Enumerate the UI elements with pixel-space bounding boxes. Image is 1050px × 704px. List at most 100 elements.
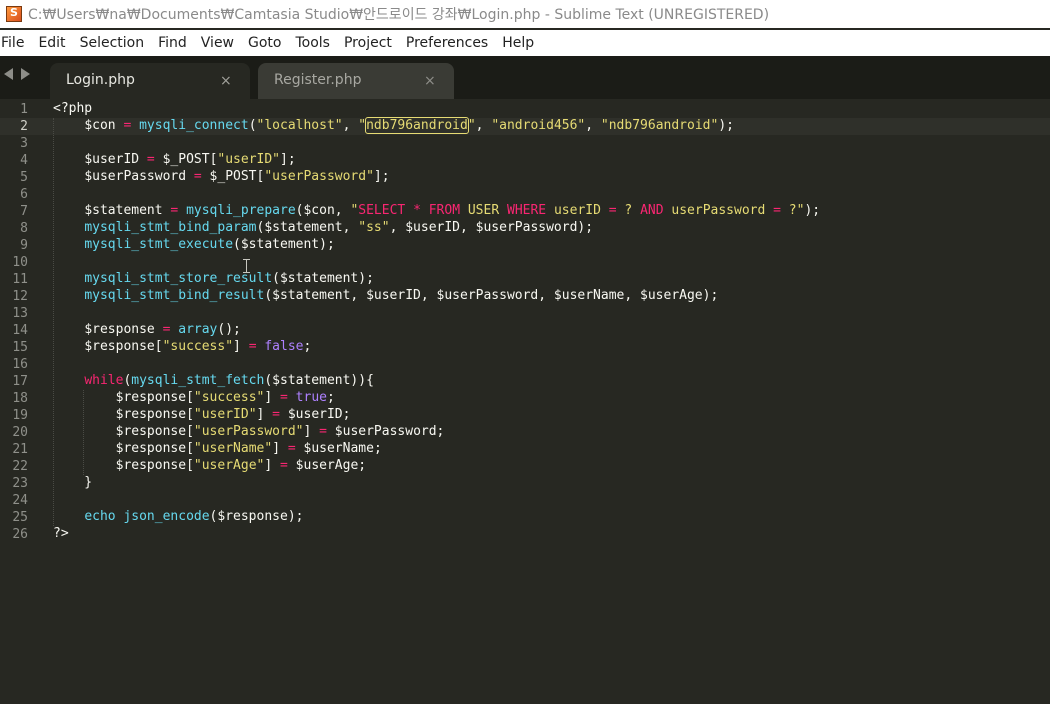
code-token: , <box>475 118 492 133</box>
window-titlebar: C:₩Users₩na₩Documents₩Camtasia Studio₩안드… <box>0 0 1050 28</box>
menu-project[interactable]: Project <box>337 35 399 51</box>
menu-edit[interactable]: Edit <box>31 35 72 51</box>
ibeam-cursor-icon <box>243 259 250 273</box>
code-token: = <box>280 441 304 456</box>
code-token: $response <box>115 458 187 473</box>
code-token: "userID" <box>193 407 257 422</box>
tab-login-php[interactable]: Login.php × <box>50 63 250 99</box>
menu-tools[interactable]: Tools <box>288 35 337 51</box>
close-icon[interactable]: × <box>424 73 436 89</box>
window-title: C:₩Users₩na₩Documents₩Camtasia Studio₩안드… <box>28 7 770 23</box>
triangle-right-icon[interactable] <box>21 68 30 80</box>
code-token: , $userID, $userPassword); <box>389 220 594 235</box>
code-token: = <box>272 390 296 405</box>
code-token: $userPassword; <box>334 424 445 439</box>
code-token: ); <box>804 203 821 218</box>
code-editor[interactable]: 1 2 3 4 5 6 7 8 9 10 11 12 13 14 15 16 17 18 19 20 21 22 23 24 2… <box>0 99 1050 704</box>
code-token: = <box>154 322 179 337</box>
code-line[interactable]: ?> <box>53 526 69 543</box>
indent-guide <box>83 390 85 475</box>
code-token: $userID; <box>287 407 351 422</box>
code-line[interactable]: $response["success"] = false; <box>53 339 311 356</box>
code-token: $_POST <box>162 152 210 167</box>
code-token: ?" <box>780 203 805 218</box>
code-token: ( <box>248 118 257 133</box>
code-token: ] <box>272 441 281 456</box>
line-number: 22 <box>12 459 28 474</box>
menu-selection[interactable]: Selection <box>73 35 152 51</box>
code-token: USER <box>460 203 507 218</box>
code-line[interactable]: mysqli_stmt_bind_result($statement, $use… <box>53 288 718 305</box>
code-token: [ <box>186 441 194 456</box>
code-token: [ <box>186 407 194 422</box>
tab-label: Login.php <box>66 72 135 88</box>
code-token: "userPassword" <box>193 424 304 439</box>
code-line[interactable]: $response["userName"] = $userName; <box>53 441 382 458</box>
code-line[interactable]: $con = mysqli_connect("localhost", "ndb7… <box>53 117 734 135</box>
code-token: (); <box>217 322 241 337</box>
code-token: [ <box>154 339 163 354</box>
code-token: $response <box>115 424 187 439</box>
code-token: $_POST <box>209 169 257 184</box>
code-line[interactable]: <?php <box>53 101 92 118</box>
code-token: array <box>178 322 218 337</box>
code-token: "userAge" <box>193 458 265 473</box>
code-token: ] <box>233 339 241 354</box>
menu-bar: File Edit Selection Find View Goto Tools Projec… <box>0 30 1050 56</box>
line-number: 24 <box>12 493 28 508</box>
code-line[interactable]: mysqli_stmt_store_result($statement); <box>53 271 374 288</box>
tab-register-php[interactable]: Register.php × <box>258 63 454 99</box>
menu-goto[interactable]: Goto <box>241 35 288 51</box>
code-token: [ <box>186 458 194 473</box>
tab-label: Register.php <box>274 72 362 88</box>
code-token: $con <box>84 118 116 133</box>
line-number: 16 <box>12 357 28 372</box>
code-token: ; <box>303 339 312 354</box>
code-token: ($response); <box>209 509 304 524</box>
code-token: = <box>272 458 296 473</box>
menu-find[interactable]: Find <box>151 35 194 51</box>
line-number: 21 <box>12 442 28 457</box>
code-line[interactable]: $response["userID"] = $userID; <box>53 407 351 424</box>
code-line[interactable]: $statement = mysqli_prepare($con, "SELEC… <box>53 203 820 220</box>
code-token: $userAge; <box>295 458 367 473</box>
code-line[interactable]: echo json_encode($response); <box>53 509 303 526</box>
code-line[interactable]: $response = array(); <box>53 322 241 339</box>
code-line[interactable]: mysqli_stmt_execute($statement); <box>53 237 334 254</box>
line-number: 25 <box>12 510 28 525</box>
code-line[interactable]: mysqli_stmt_bind_param($statement, "ss",… <box>53 220 593 237</box>
code-token: " <box>467 118 476 133</box>
code-line[interactable]: $response["userPassword"] = $userPasswor… <box>53 424 445 441</box>
triangle-left-icon[interactable] <box>4 68 13 80</box>
selected-text: ndb796android <box>365 117 469 134</box>
code-token: " <box>358 118 367 133</box>
code-line[interactable]: $userID = $_POST["userID"]; <box>53 152 295 169</box>
code-line[interactable]: $userPassword = $_POST["userPassword"]; <box>53 169 389 186</box>
code-token: $response <box>115 390 187 405</box>
tab-nav-arrows <box>4 68 30 80</box>
code-token: = <box>240 339 265 354</box>
code-token: <?php <box>53 101 93 116</box>
line-number: 18 <box>12 391 28 406</box>
line-number: 10 <box>12 255 28 270</box>
code-token: mysqli_stmt_execute <box>84 237 234 252</box>
menu-preferences[interactable]: Preferences <box>399 35 495 51</box>
code-line[interactable]: while(mysqli_stmt_fetch($statement)){ <box>53 373 374 390</box>
code-line[interactable]: $response["success"] = true; <box>53 390 335 407</box>
menu-help[interactable]: Help <box>495 35 541 51</box>
code-token: AND <box>640 203 664 218</box>
line-number: 13 <box>12 306 28 321</box>
menu-view[interactable]: View <box>194 35 241 51</box>
code-token: mysqli_stmt_store_result <box>84 271 273 286</box>
code-line[interactable]: $response["userAge"] = $userAge; <box>53 458 367 475</box>
line-number: 20 <box>12 425 28 440</box>
code-token: false <box>264 339 304 354</box>
code-token: "userPassword" <box>264 169 374 184</box>
code-token: true <box>295 390 327 405</box>
code-token: ($statement, <box>256 220 359 235</box>
code-token: = <box>773 203 781 218</box>
menu-file[interactable]: File <box>0 35 31 51</box>
close-icon[interactable]: × <box>220 73 232 89</box>
code-line[interactable]: } <box>53 475 92 492</box>
code-token: "ss" <box>358 220 390 235</box>
